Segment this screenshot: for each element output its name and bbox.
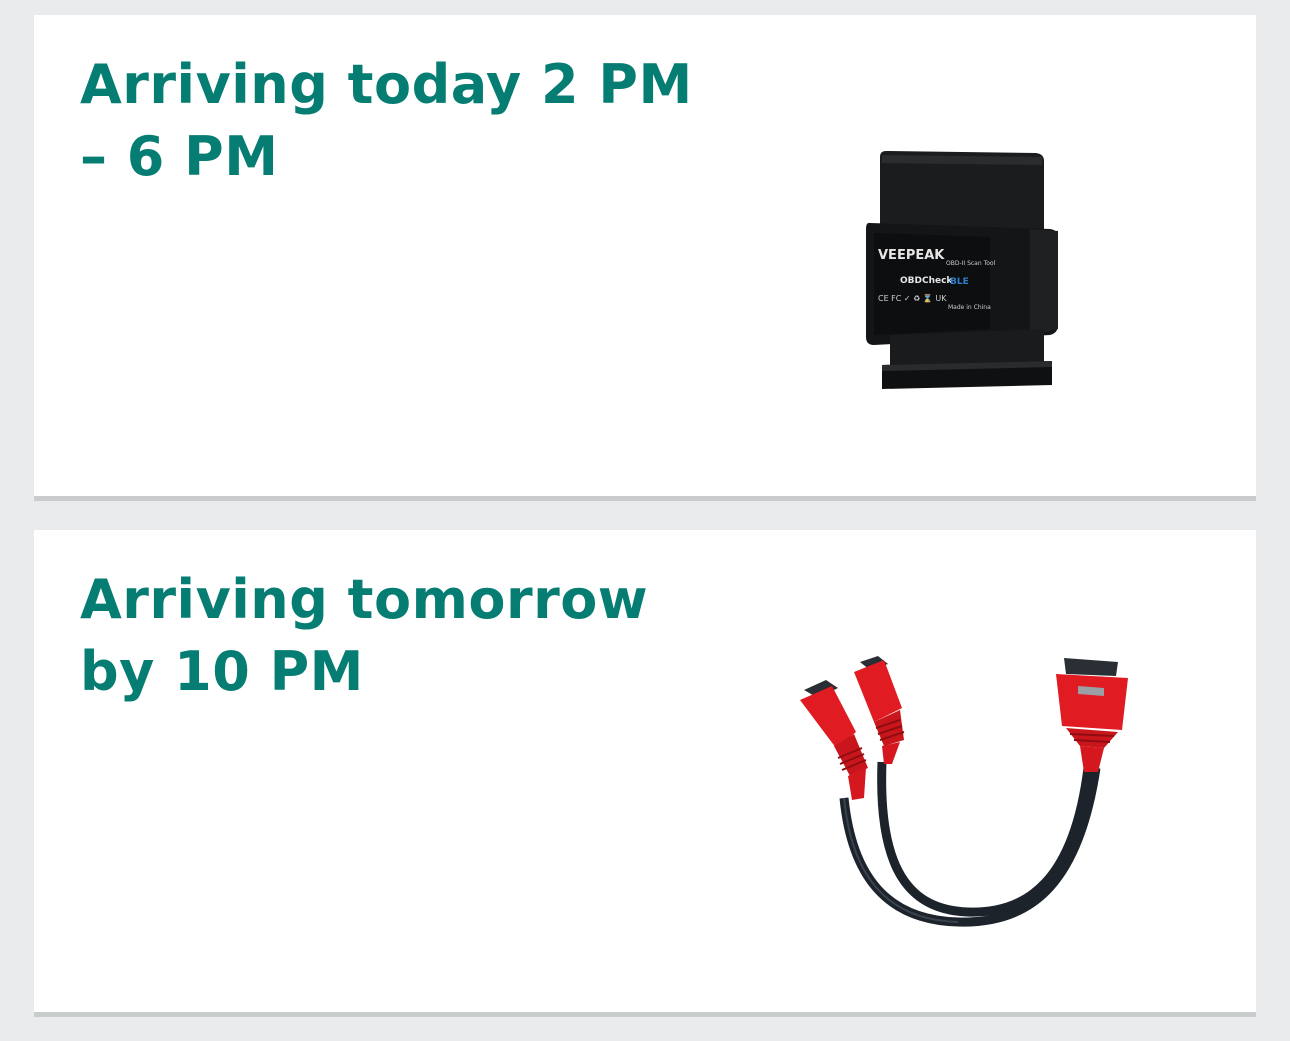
obd-y-splitter-cable-image[interactable] [778, 648, 1158, 964]
obd2-scanner-image[interactable]: VEEPEAK OBD-II Scan Tool OBDCheck BLE CE… [860, 149, 1064, 389]
cert-label: CE FC ✓ ♻ ⌛ UK [878, 293, 947, 303]
type-label: OBD-II Scan Tool [946, 260, 996, 267]
delivery-card-today[interactable]: Arriving today 2 PM – 6 PM VEEPEAK OBD-I… [34, 15, 1256, 501]
delivery-card-tomorrow[interactable]: Arriving tomorrow by 10 PM [34, 530, 1256, 1017]
model-suffix-label: BLE [950, 277, 969, 287]
brand-label: VEEPEAK [878, 248, 945, 263]
delivery-heading: Arriving today 2 PM – 6 PM [80, 53, 693, 188]
model-label: OBDCheck [900, 276, 953, 286]
delivery-heading: Arriving tomorrow by 10 PM [80, 568, 649, 703]
origin-label: Made in China [948, 304, 991, 311]
